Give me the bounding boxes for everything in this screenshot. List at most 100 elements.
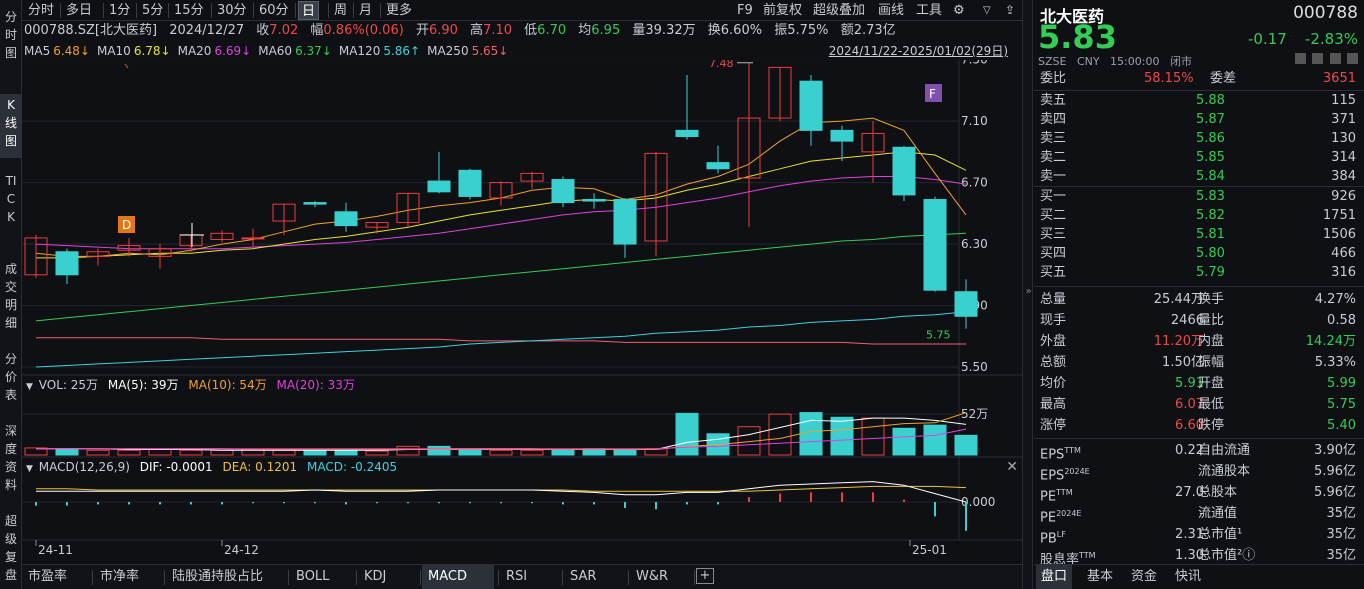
info-open: 6.90 — [428, 23, 458, 38]
indicator-tab-5[interactable]: MACD — [422, 565, 494, 589]
stat-row: 涨停 6.60 跌停 5.40 — [1034, 415, 1364, 436]
pencil-icon[interactable] — [1294, 53, 1306, 64]
ask-row: 卖二 5.85 314 — [1034, 147, 1364, 168]
indicator-tab-4[interactable]: KDJ — [358, 565, 392, 589]
fund-row: EPS2024E 流通股本 5.96亿 — [1034, 461, 1364, 483]
tab-separator — [562, 570, 563, 585]
period-tab-4[interactable]: 15分 — [171, 1, 207, 20]
weibi-row: 委比 58.15% 委差 3651 — [1034, 68, 1364, 89]
candle-body — [303, 202, 327, 205]
volume-bar — [396, 445, 420, 456]
info-avg: 6.95 — [591, 23, 621, 38]
stat-value: 2466 — [1170, 313, 1204, 328]
indicator-tab-1[interactable]: 市净率 — [94, 565, 145, 589]
ask-price: 5.86 — [1196, 131, 1225, 146]
period-tab-9[interactable]: 月 — [356, 1, 375, 20]
chevron-down-icon[interactable]: ▽ — [980, 1, 994, 20]
tab-separator — [694, 570, 695, 585]
period-tab-0[interactable]: 分时 — [25, 1, 57, 20]
ask-label: 卖四 — [1040, 112, 1067, 127]
candle-body — [241, 237, 265, 240]
candle-body — [675, 129, 699, 138]
ma-label-5: MA250 — [427, 44, 469, 58]
low-marker: 5.75 — [926, 329, 951, 342]
left-tab-5[interactable]: 深度资料 — [0, 420, 22, 496]
fund-value: 35亿 — [1326, 527, 1356, 542]
left-tab-4[interactable]: 分价表 — [0, 348, 22, 406]
indicator-tab-0[interactable]: 市盈率 — [22, 565, 73, 589]
period-tab-6[interactable]: 60分 — [256, 1, 292, 20]
period-tab-2[interactable]: 1分 — [106, 1, 133, 20]
pencil-icon[interactable] — [1329, 53, 1341, 64]
period-toolbar: 分时 多日 1分 5分 15分 30分 60分日周月更多 F9 前复权 超级叠加 画线 工具 ⚙ ▽ ⇪ — [22, 0, 1022, 21]
left-tab-3[interactable]: 成交明细 — [0, 258, 22, 334]
stat-row: 总额 1.50亿 振幅 5.33% — [1034, 352, 1364, 373]
period-tab-5[interactable]: 30分 — [214, 1, 250, 20]
info-open-label: 开 — [415, 23, 429, 38]
indicator-tab-3[interactable]: BOLL — [290, 565, 335, 589]
indicator-tab-8[interactable]: W&R — [630, 565, 674, 589]
toolbar-separator — [295, 3, 296, 18]
fund-value: 3.90亿 — [1314, 443, 1356, 458]
indicator-tab-7[interactable]: SAR — [564, 565, 602, 589]
ma-value-4: 5.86↑ — [383, 44, 421, 58]
toolbar-tool-0[interactable]: F9 — [734, 1, 756, 20]
macd-label: MACD(12,26,9) — [38, 460, 130, 474]
panel-collapse-handle[interactable]: » — [1022, 0, 1033, 589]
fund-label: 流通值 — [1198, 506, 1238, 521]
period-tab-7[interactable]: 日 — [298, 1, 320, 20]
stat-row: 最高 6.07 最低 5.75 — [1034, 394, 1364, 415]
left-tab-6[interactable]: 超级复盘 — [0, 510, 22, 586]
gear-icon[interactable]: ⚙ — [950, 1, 968, 20]
macd-close-icon[interactable]: ✕ — [1006, 458, 1018, 476]
left-tab-1[interactable]: K线图 — [0, 94, 22, 158]
macd-collapse-icon[interactable]: ▼ — [26, 464, 33, 474]
vol-tick-label: 52万 — [961, 407, 988, 421]
info-close: 7.02 — [269, 23, 299, 38]
indicator-tab-6[interactable]: RSI — [500, 565, 533, 589]
weicha-value: 3651 — [1322, 71, 1356, 86]
price-tick-label: 6.30 — [961, 237, 988, 251]
quote-tab-1[interactable]: 基本 — [1082, 565, 1118, 589]
kline-chart[interactable]: 7.507.106.706.305.905.507.485.75DF52万00.… — [22, 60, 1022, 565]
stat-value: 0.58 — [1327, 313, 1356, 328]
left-tab-0[interactable]: 分时图 — [0, 6, 22, 64]
candle-body — [799, 80, 823, 131]
toolbar-tool-4[interactable]: 工具 — [913, 1, 945, 20]
period-tab-1[interactable]: 多日 — [63, 1, 95, 20]
left-tab-2[interactable]: TICK — [0, 170, 22, 228]
toolbar-tool-2[interactable]: 超级叠加 — [810, 1, 868, 20]
period-tab-3[interactable]: 5分 — [139, 1, 166, 20]
indicator-tab-2[interactable]: 陆股通持股占比 — [166, 565, 269, 589]
quote-tab-3[interactable]: 快讯 — [1170, 565, 1206, 589]
quote-tab-0[interactable]: 盘口 — [1036, 565, 1073, 589]
ma-label-4: MA120 — [338, 44, 381, 58]
period-tab-8[interactable]: 周 — [331, 1, 350, 20]
ask-volume: 371 — [1331, 112, 1356, 127]
candle-body — [830, 129, 854, 142]
stat-value: 6.60 — [1175, 418, 1204, 433]
volume-bar — [923, 424, 947, 456]
pencil-icon[interactable] — [1312, 53, 1323, 64]
volume-bar — [861, 417, 885, 456]
toolbar-tool-1[interactable]: 前复权 — [760, 1, 805, 20]
vol-collapse-icon[interactable]: ▼ — [26, 382, 33, 392]
info-vol-label: 量 — [632, 23, 646, 38]
toolbar-tool-3[interactable]: 画线 — [875, 1, 907, 20]
stat-label: 现手 — [1040, 313, 1067, 328]
stat-value: 14.24万 — [1305, 334, 1356, 349]
date-range-link[interactable]: 2024/11/22-2025/01/02(29日) — [829, 41, 1008, 61]
volume-bar — [551, 449, 575, 456]
tab-separator — [288, 570, 289, 585]
volume-bar — [427, 445, 451, 456]
add-indicator-button[interactable]: + — [696, 568, 714, 584]
upload-icon[interactable]: ⇪ — [1002, 1, 1018, 20]
ma-label-0: MA5 — [24, 44, 51, 58]
stat-value: 5.40 — [1327, 418, 1356, 433]
bid-price: 5.81 — [1196, 227, 1225, 242]
volume-bar — [458, 449, 482, 456]
period-tab-10[interactable]: 更多 — [383, 1, 415, 20]
pencil-icon[interactable] — [1347, 53, 1358, 64]
quote-tab-2[interactable]: 资金 — [1126, 565, 1162, 589]
stock-chart-app: 分时图 K线图 TICK 成交明细分价表深度资料超级复盘 分时 多日 1分 5分 15分 30分… — [0, 0, 1364, 589]
